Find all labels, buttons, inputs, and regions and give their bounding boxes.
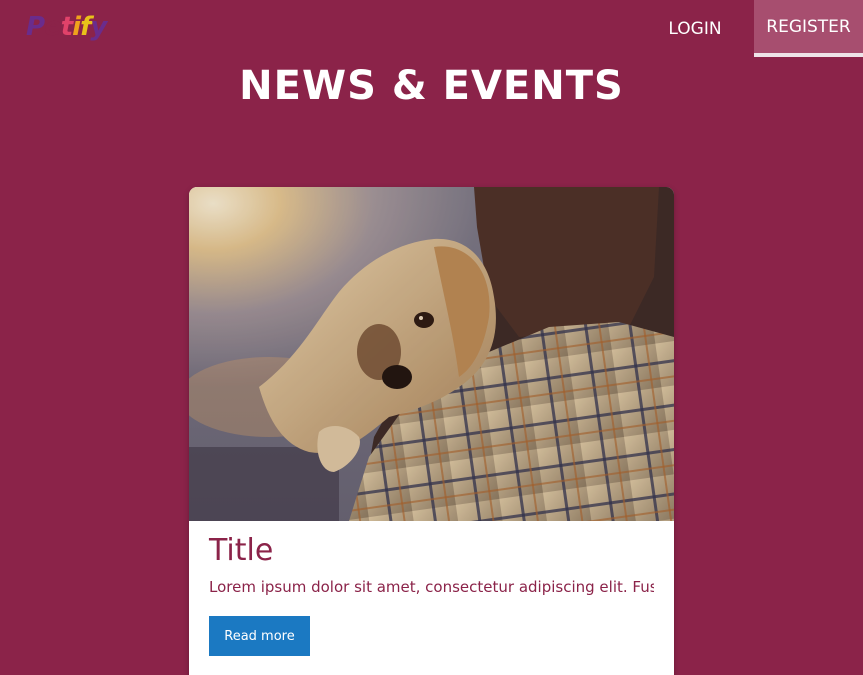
card-excerpt: Lorem ipsum dolor sit amet, consectetur … xyxy=(209,578,654,596)
register-link[interactable]: REGISTER xyxy=(754,0,863,57)
card-title: Title xyxy=(209,533,274,568)
logo[interactable]: Petify xyxy=(26,10,107,44)
logo-letter: t xyxy=(60,12,73,42)
login-link[interactable]: LOGIN xyxy=(654,0,736,57)
logo-letter: y xyxy=(90,12,107,42)
logo-letter: f xyxy=(80,12,91,42)
logo-letter: e xyxy=(44,12,62,42)
logo-letter: P xyxy=(26,12,45,42)
page-title: NEWS & EVENTS xyxy=(239,63,624,109)
card-image xyxy=(189,187,674,521)
logo-letter: i xyxy=(72,12,81,42)
page: Petify LOGIN REGISTER NEWS & EVENTS Titl… xyxy=(0,0,863,675)
news-card: Title Lorem ipsum dolor sit amet, consec… xyxy=(189,187,674,675)
read-more-button[interactable]: Read more xyxy=(209,616,310,656)
